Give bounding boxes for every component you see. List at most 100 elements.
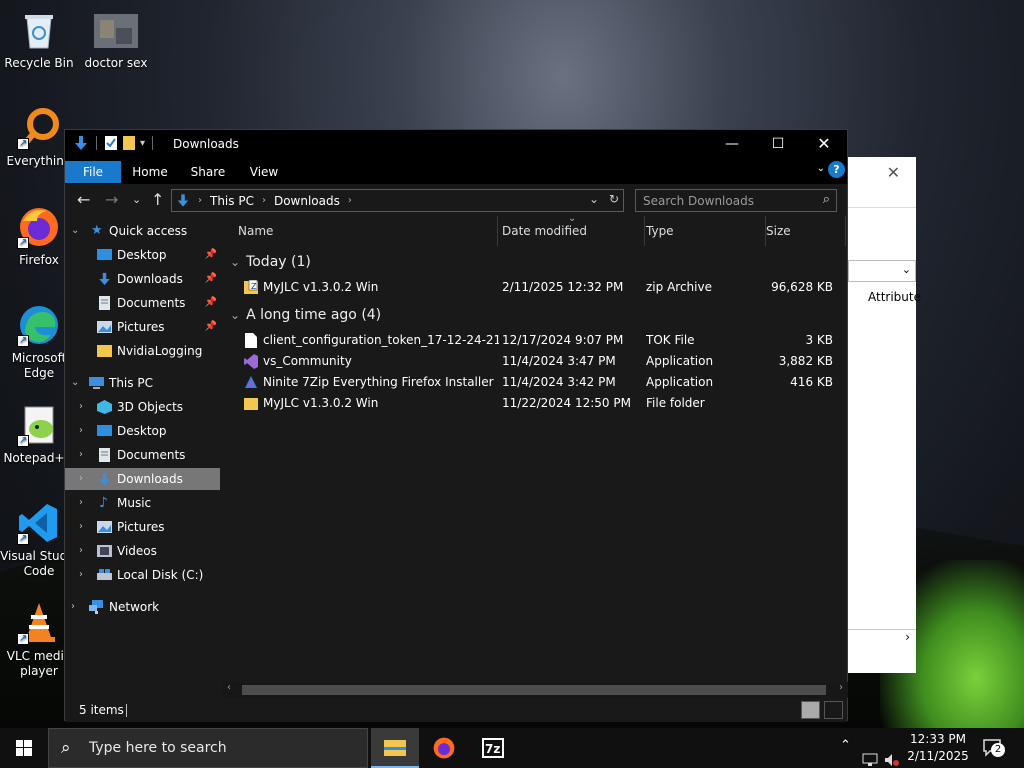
chevron-down-icon[interactable]: ⌄ bbox=[230, 255, 240, 269]
chevron-right-icon[interactable]: › bbox=[79, 444, 83, 466]
image-thumbnail-icon bbox=[94, 8, 138, 52]
column-header-type[interactable]: Type bbox=[646, 216, 766, 246]
pin-icon[interactable]: 📌 bbox=[205, 268, 217, 290]
sidebar-item-this-pc[interactable]: ⌄ This PC bbox=[65, 372, 220, 394]
pin-icon[interactable]: 📌 bbox=[205, 316, 217, 338]
new-folder-icon[interactable] bbox=[122, 135, 136, 151]
file-list[interactable]: Name Date modified Type Size ⌄Today (1) … bbox=[222, 204, 848, 682]
close-icon[interactable]: ✕ bbox=[887, 163, 900, 182]
chevron-down-icon[interactable]: ⌄ bbox=[230, 308, 240, 322]
file-type: zip Archive bbox=[646, 280, 712, 294]
chevron-right-icon[interactable]: › bbox=[71, 596, 75, 618]
details-view-button[interactable] bbox=[801, 701, 820, 719]
customize-dropdown-icon[interactable]: ▾ bbox=[140, 138, 145, 149]
up-button[interactable]: ↑ bbox=[151, 190, 164, 209]
notification-center-button[interactable]: 2 bbox=[982, 738, 1005, 761]
sidebar-item-documents-pc[interactable]: › Documents bbox=[65, 444, 220, 466]
file-row[interactable]: client_configuration_token_17-12-24-21-.… bbox=[238, 330, 838, 351]
pin-icon[interactable]: 📌 bbox=[205, 244, 217, 266]
search-icon[interactable]: ⌕ bbox=[823, 192, 830, 207]
column-header-size[interactable]: Size bbox=[766, 216, 846, 246]
tab-file[interactable]: File bbox=[65, 161, 121, 183]
chevron-right-icon[interactable]: › bbox=[79, 516, 83, 538]
desktop-icon-doctor-sex[interactable]: doctor sex bbox=[77, 8, 155, 71]
column-header-date-modified[interactable]: Date modified bbox=[502, 204, 645, 246]
breadcrumb-this-pc[interactable]: This PC bbox=[210, 194, 254, 208]
taskbar-7zip[interactable]: 7z bbox=[469, 728, 517, 768]
system-clock[interactable]: 12:33 PM 2/11/2025 bbox=[902, 731, 974, 765]
sidebar-item-nvidialogging[interactable]: NvidiaLogging bbox=[65, 340, 220, 362]
sidebar-item-pictures-quick[interactable]: Pictures 📌 bbox=[65, 316, 220, 338]
group-header-long-time-ago[interactable]: ⌄ A long time ago (4) bbox=[230, 307, 381, 323]
pin-icon[interactable]: 📌 bbox=[205, 292, 217, 314]
forward-button[interactable]: → bbox=[105, 190, 118, 209]
file-row[interactable]: vs_Community 11/4/2024 3:47 PM Applicati… bbox=[238, 351, 838, 372]
column-header-name[interactable]: Name bbox=[238, 216, 498, 246]
file-explorer-window[interactable]: ▾ Downloads — ☐ ✕ File Home Share View ⌄… bbox=[64, 129, 848, 722]
tab-share[interactable]: Share bbox=[183, 161, 233, 183]
sidebar-item-local-disk[interactable]: › Local Disk (C:) bbox=[65, 564, 220, 586]
chevron-right-icon[interactable]: › bbox=[79, 468, 83, 490]
maximize-button[interactable]: ☐ bbox=[755, 130, 801, 158]
chevron-right-icon[interactable]: › bbox=[79, 420, 83, 442]
taskbar-file-explorer[interactable] bbox=[371, 728, 419, 768]
search-input[interactable] bbox=[636, 190, 816, 211]
breadcrumb-downloads[interactable]: Downloads bbox=[274, 194, 340, 208]
minimize-button[interactable]: — bbox=[709, 130, 755, 158]
tab-view[interactable]: View bbox=[241, 161, 287, 183]
sidebar-item-downloads-quick[interactable]: Downloads 📌 bbox=[65, 268, 220, 290]
title-bar[interactable]: ▾ Downloads — ☐ ✕ bbox=[65, 130, 847, 158]
expand-ribbon-icon[interactable]: ⌄ bbox=[817, 163, 825, 174]
chevron-down-icon[interactable]: ⌄ bbox=[71, 372, 79, 394]
sidebar-item-music[interactable]: › ♪ Music bbox=[65, 492, 220, 514]
address-bar[interactable]: › This PC › Downloads › ⌄ ↻ bbox=[171, 189, 624, 212]
horizontal-scrollbar[interactable]: › bbox=[848, 629, 916, 645]
chevron-right-icon[interactable]: › bbox=[79, 492, 83, 514]
sidebar-item-videos[interactable]: › Videos bbox=[65, 540, 220, 562]
refresh-icon[interactable]: ↻ bbox=[609, 192, 619, 206]
sidebar-item-desktop[interactable]: Desktop 📌 bbox=[65, 244, 220, 266]
sidebar-item-network[interactable]: › Network bbox=[65, 596, 220, 618]
file-row[interactable]: Ninite 7Zip Everything Firefox Installer… bbox=[238, 372, 838, 393]
scroll-right-icon[interactable]: › bbox=[839, 682, 843, 693]
document-icon bbox=[99, 296, 110, 310]
chevron-right-icon[interactable]: › bbox=[79, 540, 83, 562]
help-icon[interactable]: ? bbox=[828, 161, 845, 178]
chevron-down-icon[interactable]: ⌄ bbox=[71, 220, 79, 242]
taskbar-firefox[interactable] bbox=[420, 728, 468, 768]
sidebar-item-label: Documents bbox=[117, 448, 186, 462]
sidebar-item-pictures-pc[interactable]: › Pictures bbox=[65, 516, 220, 538]
back-button[interactable]: ← bbox=[77, 190, 90, 209]
file-row[interactable]: MyJLC v1.3.0.2 Win 11/22/2024 12:50 PM F… bbox=[238, 393, 838, 414]
horizontal-scrollbar[interactable]: ‹ › bbox=[222, 682, 848, 698]
start-button[interactable] bbox=[0, 728, 48, 768]
show-hidden-icons-icon[interactable]: ⌃ bbox=[840, 738, 851, 768]
sidebar-item-quick-access[interactable]: ⌄ ★ Quick access bbox=[65, 220, 220, 242]
sidebar-item-downloads-pc[interactable]: › Downloads bbox=[65, 468, 220, 490]
network-status-icon[interactable] bbox=[862, 740, 878, 768]
volume-muted-icon[interactable] bbox=[884, 740, 900, 768]
computer-icon bbox=[89, 377, 104, 389]
tab-home[interactable]: Home bbox=[127, 161, 173, 183]
recent-locations-icon[interactable]: ⌄ bbox=[132, 193, 141, 206]
large-icons-view-button[interactable] bbox=[824, 701, 843, 719]
chevron-right-icon[interactable]: › bbox=[79, 564, 83, 586]
address-dropdown-icon[interactable]: ⌄ bbox=[589, 192, 599, 206]
chevron-right-icon[interactable]: › bbox=[905, 630, 910, 644]
close-button[interactable]: ✕ bbox=[801, 130, 847, 158]
group-header-today[interactable]: ⌄ Today (1) bbox=[230, 254, 311, 270]
file-row[interactable]: Z MyJLC v1.3.0.2 Win 2/11/2025 12:32 PM … bbox=[238, 277, 838, 298]
desktop-icon-recycle-bin[interactable]: Recycle Bin bbox=[0, 8, 78, 71]
scroll-left-icon[interactable]: ‹ bbox=[227, 682, 231, 693]
chevron-right-icon[interactable]: › bbox=[79, 396, 83, 418]
search-box[interactable]: ⌕ bbox=[635, 189, 837, 212]
vscode-icon bbox=[17, 501, 61, 546]
properties-icon[interactable] bbox=[104, 135, 118, 151]
sidebar-item-3d-objects[interactable]: › 3D Objects bbox=[65, 396, 220, 418]
sidebar-item-documents-quick[interactable]: Documents 📌 bbox=[65, 292, 220, 314]
scrollbar-thumb[interactable] bbox=[242, 685, 826, 695]
background-window[interactable]: ✕ ⌄ Attribute › bbox=[848, 157, 921, 673]
sidebar-item-desktop-pc[interactable]: › Desktop bbox=[65, 420, 220, 442]
taskbar-search-box[interactable]: ⌕ Type here to search bbox=[48, 728, 368, 768]
dropdown[interactable]: ⌄ bbox=[848, 260, 916, 282]
